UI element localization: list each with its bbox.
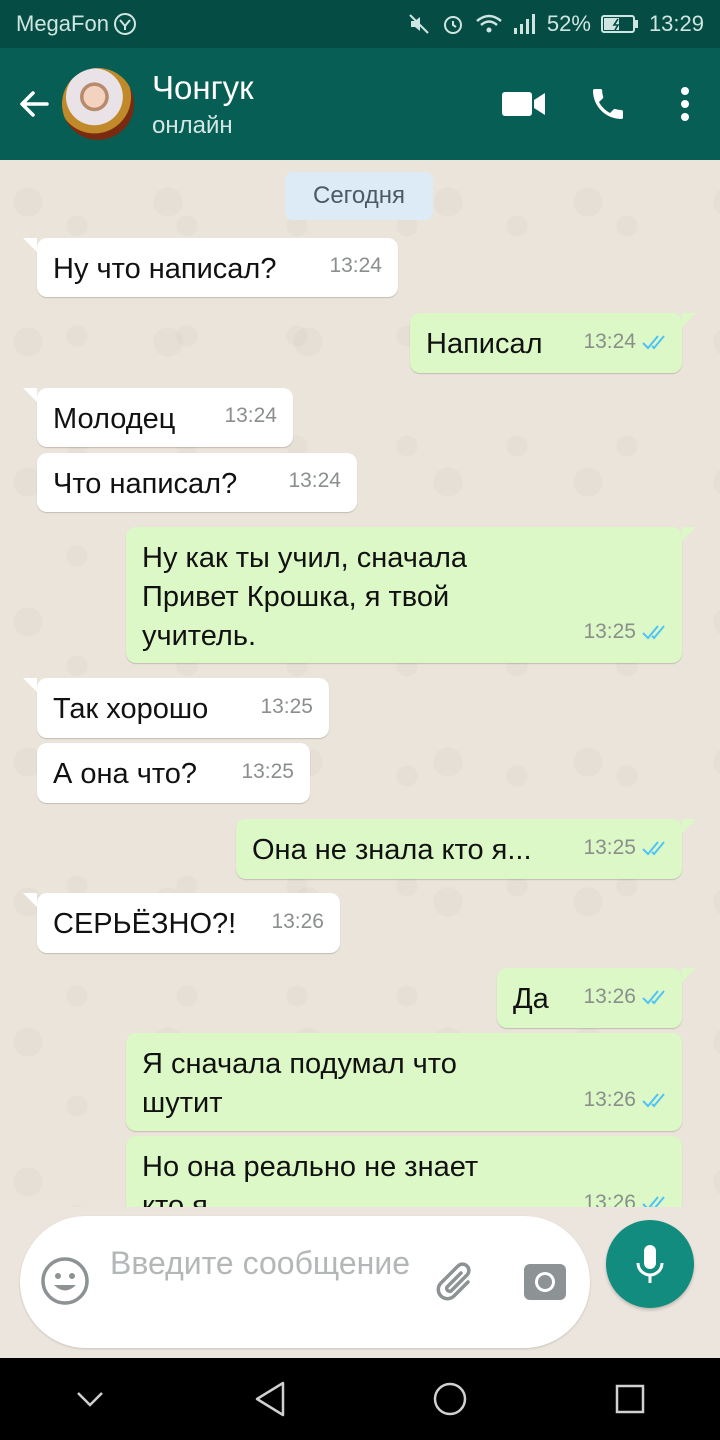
message-time: 13:26	[583, 1088, 636, 1111]
message-text: Что написал?	[53, 468, 238, 500]
carrier-name: MegaFon	[16, 11, 109, 36]
message-incoming[interactable]: Что написал? 13:24	[37, 453, 357, 512]
message-incoming[interactable]: Ну что написал? 13:24	[23, 238, 398, 297]
back-arrow-icon	[20, 91, 49, 117]
mute-icon	[407, 12, 431, 36]
chat-area[interactable]: Сегодня Ну что написал? 13:24 Написал 13…	[0, 160, 720, 1207]
message-text: Написал	[426, 328, 543, 360]
nav-hide-button[interactable]	[50, 1358, 130, 1440]
video-call-button[interactable]	[482, 48, 566, 160]
voice-record-button[interactable]	[606, 1220, 694, 1308]
status-bar: MegaFon 52% 13:29	[0, 0, 720, 48]
message-line: учитель.	[142, 620, 257, 652]
message-text: Она не знала кто я...	[252, 834, 532, 866]
message-text: Я сначала подумал что шутит	[142, 1045, 457, 1123]
system-nav-bar	[0, 1358, 720, 1440]
message-time: 13:24	[288, 469, 341, 492]
message-incoming[interactable]: Так хорошо 13:25	[23, 678, 329, 738]
message-text: Ну что написал?	[53, 253, 277, 285]
message-time: 13:24	[224, 404, 277, 427]
message-time: 13:25	[583, 620, 636, 643]
message-incoming[interactable]: Молодец 13:24	[23, 388, 293, 447]
carrier-badge-icon	[113, 12, 137, 36]
message-outgoing[interactable]: Написал 13:24	[410, 313, 696, 373]
message-outgoing[interactable]: Я сначала подумал что шутит 13:26	[126, 1033, 682, 1131]
nav-recents-icon	[615, 1384, 645, 1414]
message-line: Но она реально не знает	[142, 1151, 479, 1183]
message-text: Так хорошо	[53, 693, 209, 725]
read-ticks-icon	[642, 840, 665, 855]
message-outgoing[interactable]: Она не знала кто я... 13:25	[236, 819, 696, 879]
message-outgoing[interactable]: Ну как ты учил, сначала Привет Крошка, я…	[126, 527, 696, 663]
nav-hide-icon	[77, 1392, 103, 1407]
video-call-icon	[502, 92, 545, 116]
clock: 13:29	[648, 11, 704, 36]
message-time: 13:26	[583, 985, 636, 1008]
more-vert-icon	[681, 87, 689, 121]
message-text: Но она реально не знает кто я	[142, 1148, 478, 1207]
phone-icon	[593, 89, 623, 119]
avatar[interactable]	[62, 68, 134, 140]
camera-icon	[524, 1264, 566, 1300]
back-button[interactable]	[6, 48, 62, 160]
message-text: Да	[513, 983, 549, 1015]
read-ticks-icon	[642, 1195, 665, 1207]
message-line: Я сначала подумал что	[142, 1048, 457, 1080]
read-ticks-icon	[642, 989, 665, 1004]
message-outgoing[interactable]: Да 13:26	[497, 968, 696, 1028]
emoji-icon	[41, 1257, 89, 1305]
message-incoming[interactable]: А она что? 13:25	[37, 743, 310, 803]
message-input[interactable]	[110, 1242, 410, 1326]
emoji-button[interactable]	[40, 1256, 90, 1306]
message-time: 13:24	[583, 330, 636, 353]
battery-icon	[600, 14, 639, 34]
contact-status: онлайн	[152, 112, 233, 139]
message-line: шутит	[142, 1087, 223, 1119]
nav-back-button[interactable]	[230, 1358, 310, 1440]
message-line: кто я	[142, 1190, 208, 1207]
nav-recents-button[interactable]	[590, 1358, 670, 1440]
message-text: Молодец	[53, 403, 176, 435]
read-ticks-icon	[642, 624, 665, 639]
attach-icon	[436, 1262, 471, 1301]
message-composer	[20, 1216, 590, 1348]
message-time: 13:25	[241, 760, 294, 783]
message-text: А она что?	[53, 758, 198, 790]
date-chip: Сегодня	[285, 172, 433, 220]
battery-percent: 52%	[546, 11, 591, 36]
nav-home-button[interactable]	[410, 1358, 490, 1440]
more-options-button[interactable]	[650, 48, 720, 160]
contact-name: Чонгук	[152, 69, 254, 106]
message-time: 13:25	[583, 836, 636, 859]
message-time: 13:26	[583, 1191, 636, 1207]
signal-icon	[513, 13, 537, 35]
message-text: Ну как ты учил, сначала Привет Крошка, я…	[142, 539, 467, 656]
message-incoming[interactable]: СЕРЬЁЗНО?! 13:26	[23, 893, 340, 953]
voice-call-button[interactable]	[566, 48, 650, 160]
message-line: Ну как ты учил, сначала	[142, 542, 468, 574]
message-time: 13:26	[271, 910, 324, 933]
attach-button[interactable]	[430, 1256, 482, 1308]
alarm-icon	[441, 12, 465, 36]
contact-info[interactable]: Чонгук онлайн	[152, 68, 254, 140]
read-ticks-icon	[642, 334, 665, 349]
mic-icon	[636, 1245, 664, 1283]
nav-back-icon	[255, 1381, 285, 1417]
message-outgoing[interactable]: Но она реально не знает кто я 13:26	[126, 1136, 682, 1207]
message-time: 13:24	[329, 254, 382, 277]
message-text: СЕРЬЁЗНО?!	[53, 908, 237, 940]
nav-home-icon	[433, 1382, 467, 1416]
chat-header: Чонгук онлайн	[0, 48, 720, 160]
message-time: 13:25	[260, 695, 313, 718]
read-ticks-icon	[642, 1092, 665, 1107]
message-line: Привет Крошка, я твой	[142, 581, 450, 613]
camera-button[interactable]	[522, 1258, 568, 1304]
wifi-icon	[475, 12, 503, 36]
